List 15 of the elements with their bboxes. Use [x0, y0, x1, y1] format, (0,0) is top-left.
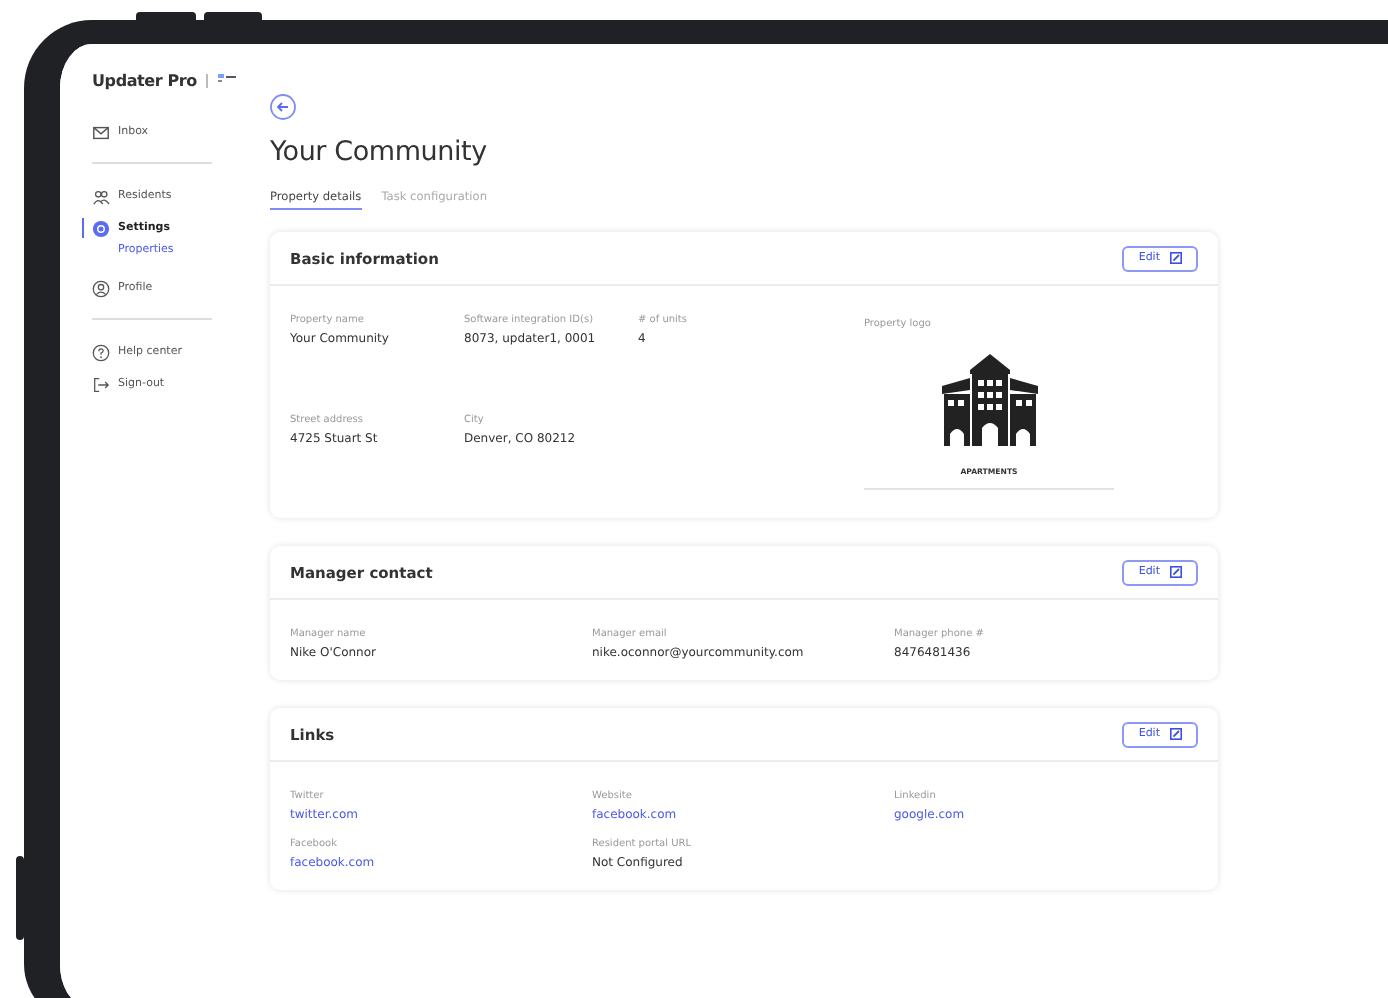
building-icon	[937, 354, 1041, 446]
settings-icon	[92, 219, 110, 237]
help-icon	[92, 343, 110, 361]
sign-out-icon	[92, 375, 110, 393]
profile-icon	[92, 279, 110, 297]
people-icon	[92, 187, 110, 205]
back-button[interactable]	[270, 94, 296, 120]
edit-icon	[1170, 728, 1182, 740]
page-title: Your Community	[270, 136, 489, 168]
menu-icon[interactable]	[218, 74, 237, 86]
app-logo-text: Updater Pro	[92, 71, 197, 89]
selection-indicator	[82, 218, 85, 238]
mail-icon	[92, 123, 110, 141]
edit-icon	[1170, 252, 1182, 264]
edit-icon	[1170, 566, 1182, 578]
